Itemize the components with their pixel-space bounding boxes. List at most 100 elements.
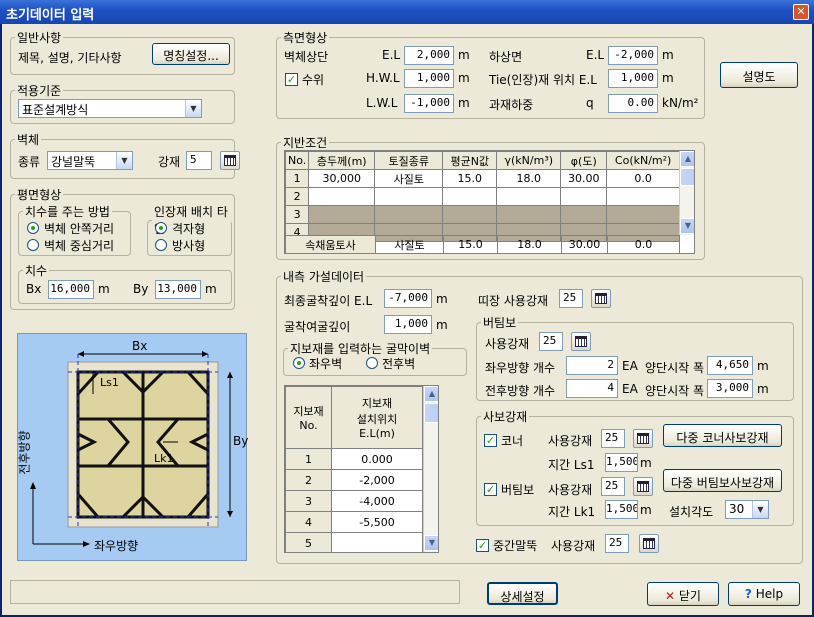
detail-settings-button[interactable]: 상세설정 (487, 582, 558, 605)
cell[interactable]: 15.0 (442, 169, 498, 188)
table-row[interactable]: 3 (285, 205, 680, 224)
wall-steel-input[interactable]: 5 (186, 151, 212, 170)
close-button[interactable]: ✕ 닫기 (647, 582, 719, 606)
cell[interactable] (308, 205, 376, 224)
cell[interactable] (496, 205, 562, 224)
calendar-table-icon[interactable] (639, 534, 659, 553)
lk1-input[interactable]: 1,500 (605, 500, 638, 519)
tie-input[interactable]: 1,000 (608, 69, 658, 88)
cell[interactable] (496, 187, 562, 206)
wale-steel-input[interactable]: 25 (559, 289, 583, 308)
cell[interactable]: 0.0 (606, 169, 680, 188)
cell[interactable]: 사질토 (374, 169, 444, 188)
mid-pile-checkbox[interactable]: ✓ (476, 539, 489, 552)
cell[interactable] (374, 205, 444, 224)
cell[interactable] (374, 187, 444, 206)
cell[interactable]: 18.0 (496, 169, 562, 188)
corner-checkbox[interactable]: ✓ (484, 434, 497, 447)
final-depth-input[interactable]: -7,000 (384, 289, 432, 308)
extra-depth-input[interactable]: 1,000 (384, 315, 432, 334)
scroll-down-icon[interactable]: ▼ (424, 535, 438, 551)
chevron-down-icon: ▼ (185, 100, 201, 117)
table-row[interactable]: 1 0.000 (285, 448, 423, 470)
cell[interactable]: 30.00 (561, 235, 608, 253)
lk1-unit: m (640, 503, 652, 517)
scroll-down-icon[interactable]: ▼ (680, 218, 694, 234)
load-input[interactable]: 0.00 (608, 94, 658, 113)
corner-steel-input[interactable]: 25 (601, 429, 625, 448)
table-row[interactable]: 1 30,000 사질토 15.0 18.0 30.00 0.0 (285, 169, 680, 188)
bx-input[interactable]: 16,000 (48, 280, 94, 299)
calendar-table-icon[interactable] (591, 289, 611, 308)
calendar-table-icon[interactable] (571, 332, 591, 351)
soil-scrollbar[interactable]: ▲ ▼ (679, 151, 694, 235)
water-checkbox[interactable]: ✓ (285, 73, 298, 86)
cell[interactable] (308, 187, 376, 206)
by-input[interactable]: 13,000 (155, 280, 201, 299)
multi-corner-button[interactable]: 다중 코너사보강재 (663, 424, 782, 447)
lr-width-label: 양단시작 폭 (645, 361, 705, 375)
strut-brace-checkbox[interactable]: ✓ (484, 483, 497, 496)
hwl-input[interactable]: 1,000 (404, 69, 454, 88)
wall-kind-select[interactable]: 강널말뚝 ▼ (47, 151, 133, 170)
standard-select[interactable]: 표준설계방식 ▼ (18, 99, 202, 118)
bottom-input[interactable]: -2,000 (608, 46, 658, 65)
multi-strut-brace-button[interactable]: 다중 버팀보사보강재 (663, 469, 782, 492)
cell[interactable] (442, 205, 498, 224)
strut-steel-input[interactable]: 25 (539, 332, 563, 351)
lr-count-input[interactable]: 2 (566, 356, 618, 375)
cell[interactable] (606, 205, 680, 224)
wall-top-input[interactable]: 2,000 (404, 46, 454, 65)
table-row[interactable]: 5 (285, 532, 423, 552)
scroll-thumb[interactable] (680, 168, 694, 186)
dim-center-radio[interactable] (27, 239, 39, 251)
cell[interactable] (560, 187, 608, 206)
dim-inner-radio[interactable] (27, 222, 39, 234)
fb-width-input[interactable]: 3,000 (707, 379, 753, 398)
cell[interactable]: 사질토 (375, 235, 444, 253)
face-fb-radio[interactable] (366, 357, 378, 369)
scroll-up-icon[interactable]: ▲ (680, 151, 694, 167)
name-settings-button[interactable]: 명칭설정... (152, 43, 230, 65)
ls1-input[interactable]: 1,500 (605, 453, 638, 472)
calendar-table-icon[interactable] (633, 429, 653, 448)
description-button[interactable]: 설명도 (720, 62, 798, 88)
tie-grid-radio[interactable] (155, 222, 167, 234)
angle-value: 30 (729, 502, 745, 516)
table-row[interactable]: 3 -4,000 (285, 490, 423, 512)
cell[interactable] (560, 205, 608, 224)
mid-steel-input[interactable]: 25 (605, 534, 629, 553)
support-scrollbar[interactable]: ▲ ▼ (423, 386, 438, 552)
face-lr-radio[interactable] (293, 357, 305, 369)
angle-select[interactable]: 30 ▼ (725, 500, 769, 519)
cell[interactable]: 18.0 (497, 235, 562, 253)
lwl-input[interactable]: -1,000 (404, 94, 454, 113)
scroll-thumb[interactable] (424, 403, 438, 423)
cell[interactable]: 0.0 (607, 235, 680, 253)
calendar-table-icon[interactable] (633, 477, 653, 496)
lr-width-input[interactable]: 4,650 (707, 356, 753, 375)
help-button[interactable]: ? Help (728, 582, 800, 606)
cell[interactable]: -2,000 (331, 469, 423, 491)
cell[interactable]: 15.0 (443, 235, 498, 253)
close-window-button[interactable]: ✕ (793, 4, 809, 20)
strut2-steel-input[interactable]: 25 (601, 477, 625, 496)
cell[interactable]: 30.00 (560, 169, 608, 188)
cell[interactable]: -4,000 (331, 490, 423, 512)
help-label: Help (755, 587, 784, 601)
table-row[interactable]: 4 -5,500 (285, 511, 423, 533)
support-col-no: 지보재 No. (285, 386, 332, 449)
table-row[interactable]: 2 (285, 187, 680, 206)
cell[interactable]: -5,500 (331, 511, 423, 533)
cell[interactable]: 0.000 (331, 448, 423, 470)
cell[interactable] (442, 187, 498, 206)
cell[interactable]: 30,000 (308, 169, 376, 188)
table-row[interactable]: 2 -2,000 (285, 469, 423, 491)
calendar-table-icon[interactable] (220, 151, 240, 170)
fb-count-input[interactable]: 4 (566, 379, 618, 398)
scroll-up-icon[interactable]: ▲ (424, 386, 438, 402)
tie-radial-radio[interactable] (155, 239, 167, 251)
soil-footer-row[interactable]: 속채움토사 사질토 15.0 18.0 30.00 0.0 (285, 235, 680, 253)
cell[interactable] (606, 187, 680, 206)
cell[interactable] (331, 532, 423, 552)
